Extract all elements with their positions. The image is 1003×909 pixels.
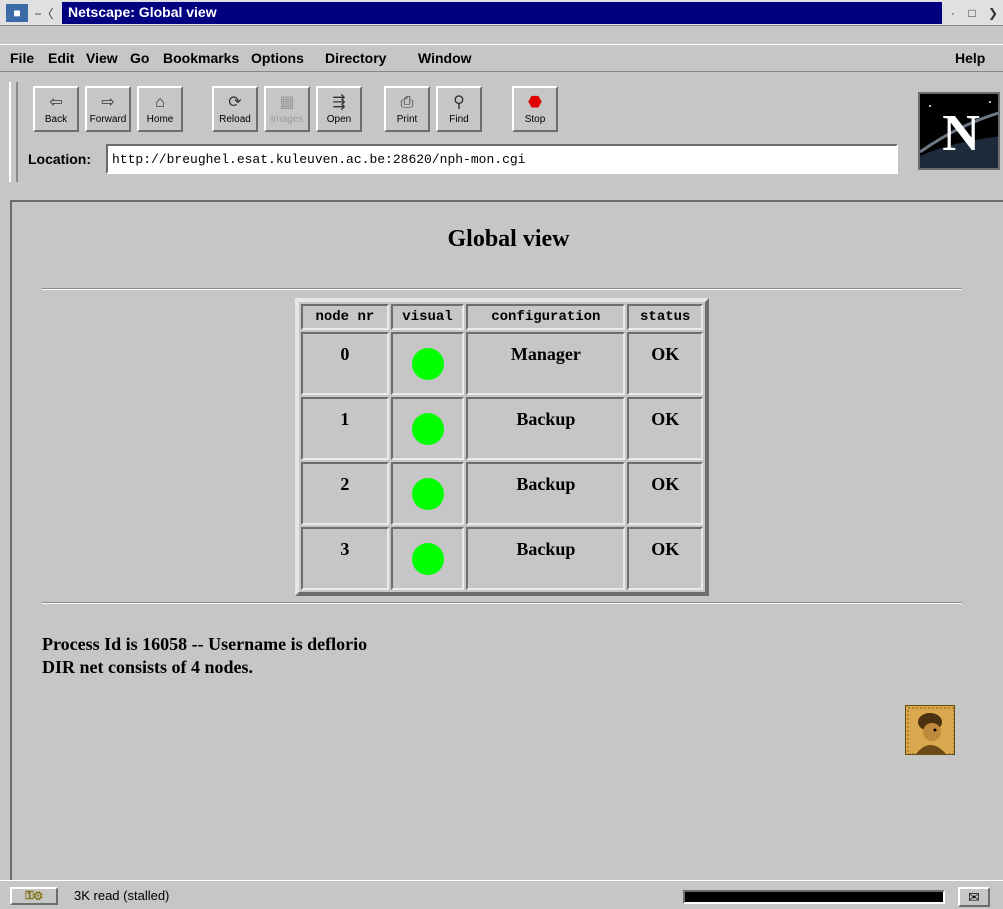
menu-bar: File Edit View Go Bookmarks Options Dire…	[0, 44, 1003, 72]
find-icon: ⚲	[453, 93, 465, 111]
visual-cell	[390, 397, 465, 460]
forward-arrow-icon: ⇨	[101, 93, 115, 111]
status-dot	[411, 348, 444, 380]
column-header-status: status	[627, 304, 703, 330]
configuration-cell: Backup	[466, 527, 626, 590]
node-table: node nr visual configuration status 0 Ma…	[295, 298, 709, 596]
stop-button-label: Stop	[524, 113, 546, 125]
window-menu-icon[interactable]: ■	[6, 4, 28, 22]
table-row: 0 Manager OK	[301, 332, 703, 395]
divider-top	[42, 288, 962, 290]
back-button[interactable]: ⇦ Back	[33, 86, 79, 132]
status-dot	[411, 478, 444, 510]
node-number: 1	[301, 397, 389, 460]
netscape-n-icon: N	[920, 94, 998, 168]
netscape-logo[interactable]: N	[918, 92, 1000, 170]
home-button[interactable]: ⌂ Home	[137, 86, 183, 132]
minimize-icon[interactable]: ·	[946, 4, 960, 22]
menu-go[interactable]: Go	[130, 50, 149, 66]
table-header-row: node nr visual configuration status	[301, 304, 703, 330]
pin-icon[interactable]: −〈	[32, 4, 56, 22]
stop-icon: ⬣	[528, 93, 542, 111]
node-number: 3	[301, 527, 389, 590]
visual-cell	[390, 527, 465, 590]
location-label: Location:	[28, 151, 91, 167]
configuration-cell: Manager	[466, 332, 626, 395]
security-key-icon[interactable]: ⚿⚙	[10, 887, 58, 905]
mascot-image	[906, 706, 954, 754]
status-cell: OK	[627, 462, 703, 525]
back-arrow-icon: ⇦	[49, 93, 63, 111]
find-button-label: Find	[449, 113, 469, 125]
status-cell: OK	[627, 397, 703, 460]
browser-window: ■ −〈 Netscape: Global view · □ ❯ File Ed…	[0, 0, 1003, 909]
column-header-configuration: configuration	[466, 304, 626, 330]
stop-button[interactable]: ⬣ Stop	[512, 86, 558, 132]
menu-window[interactable]: Window	[418, 50, 472, 66]
menu-options[interactable]: Options	[251, 50, 304, 66]
reload-button-label: Reload	[219, 113, 251, 125]
node-number: 0	[301, 332, 389, 395]
open-button-label: Open	[326, 113, 352, 125]
print-icon: ⎙	[400, 93, 414, 111]
status-text: 3K read (stalled)	[74, 888, 170, 903]
find-button[interactable]: ⚲ Find	[436, 86, 482, 132]
table-row: 2 Backup OK	[301, 462, 703, 525]
open-button[interactable]: ⇶ Open	[316, 86, 362, 132]
reload-icon: ⟳	[228, 93, 242, 111]
net-info-text: DIR net consists of 4 nodes.	[42, 657, 254, 677]
status-dot	[411, 413, 444, 445]
node-number: 2	[301, 462, 389, 525]
menu-directory[interactable]: Directory	[325, 50, 386, 66]
configuration-cell: Backup	[466, 397, 626, 460]
print-button-label: Print	[396, 113, 418, 125]
progress-fill	[685, 892, 943, 902]
home-icon: ⌂	[155, 93, 165, 111]
back-button-label: Back	[44, 113, 68, 125]
print-button[interactable]: ⎙ Print	[384, 86, 430, 132]
menu-edit[interactable]: Edit	[48, 50, 74, 66]
page-title: Global view	[447, 226, 570, 252]
page-content: Global view node nr visual configuration…	[10, 200, 1003, 880]
table-row: 3 Backup OK	[301, 527, 703, 590]
menu-view[interactable]: View	[86, 50, 118, 66]
images-icon: ▦	[279, 93, 295, 111]
process-info-text: Process Id is 16058 -- Username is deflo…	[42, 634, 368, 654]
toolbar-grip[interactable]	[9, 82, 18, 182]
column-header-node: node nr	[301, 304, 389, 330]
reload-button[interactable]: ⟳ Reload	[212, 86, 258, 132]
window-title: Netscape: Global view	[68, 4, 217, 20]
images-button[interactable]: ▦ Images	[264, 86, 310, 132]
menu-file[interactable]: File	[10, 50, 34, 66]
status-cell: OK	[627, 527, 703, 590]
close-icon[interactable]: ❯	[984, 4, 1002, 22]
forward-button[interactable]: ⇨ Forward	[85, 86, 131, 132]
divider-bottom	[42, 602, 962, 604]
menu-bookmarks[interactable]: Bookmarks	[163, 50, 239, 66]
configuration-cell: Backup	[466, 462, 626, 525]
column-header-visual: visual	[390, 304, 465, 330]
open-icon: ⇶	[332, 93, 346, 111]
mail-icon[interactable]: ✉	[958, 887, 990, 907]
mascot-icon[interactable]	[905, 705, 955, 755]
home-button-label: Home	[146, 113, 174, 125]
toolbar-area: ⇦ Back ⇨ Forward ⌂ Home ⟳ Reload ▦ Image…	[0, 72, 1003, 188]
menu-help[interactable]: Help	[955, 50, 985, 66]
status-bar: ⚿⚙ 3K read (stalled) ✉	[0, 880, 1003, 909]
location-input[interactable]: http://breughel.esat.kuleuven.ac.be:2862…	[106, 144, 898, 174]
forward-button-label: Forward	[89, 113, 127, 125]
title-bar: ■ −〈 Netscape: Global view · □ ❯	[0, 0, 1003, 26]
images-button-label: Images	[270, 113, 304, 125]
table-row: 1 Backup OK	[301, 397, 703, 460]
progress-bar	[683, 890, 945, 904]
svg-text:N: N	[942, 105, 980, 162]
status-cell: OK	[627, 332, 703, 395]
maximize-icon[interactable]: □	[962, 4, 982, 22]
visual-cell	[390, 462, 465, 525]
visual-cell	[390, 332, 465, 395]
status-dot	[411, 543, 444, 575]
